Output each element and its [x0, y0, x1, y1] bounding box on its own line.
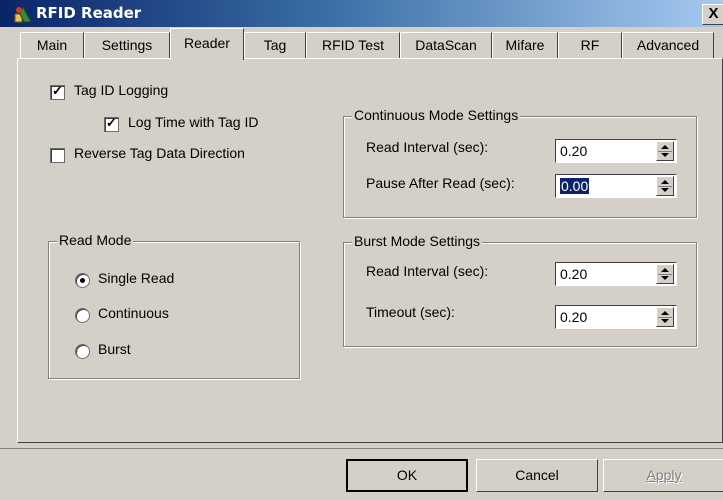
- tab-datascan[interactable]: DataScan: [400, 32, 492, 58]
- spin-arrows[interactable]: [656, 141, 674, 161]
- spin-up-icon[interactable]: [661, 311, 669, 315]
- rfid-reader-dialog: RFID Reader X Main Settings Reader Tag R…: [0, 0, 723, 500]
- burst-interval-value[interactable]: 0.20: [560, 266, 587, 282]
- continuous-radio[interactable]: [75, 308, 90, 323]
- tab-mifare[interactable]: Mifare: [492, 32, 558, 58]
- tab-main[interactable]: Main: [20, 32, 84, 58]
- timeout-spinner[interactable]: 0.20: [555, 305, 677, 329]
- spin-up-icon[interactable]: [661, 145, 669, 149]
- spin-down-icon[interactable]: [661, 153, 669, 157]
- burst-radio[interactable]: [75, 344, 90, 359]
- burst-interval-label: Read Interval (sec):: [366, 263, 489, 279]
- pause-after-read-spinner[interactable]: 0.00: [555, 174, 677, 198]
- burst-label: Burst: [98, 341, 131, 357]
- tab-rfid-test[interactable]: RFID Test: [306, 32, 400, 58]
- tab-reader[interactable]: Reader: [170, 28, 244, 60]
- tag-id-logging-label: Tag ID Logging: [74, 82, 169, 98]
- reverse-direction-checkbox[interactable]: [50, 148, 65, 163]
- continuous-interval-spinner[interactable]: 0.20: [555, 139, 677, 163]
- spin-arrows[interactable]: [656, 264, 674, 284]
- close-button[interactable]: X: [702, 4, 723, 25]
- timeout-value[interactable]: 0.20: [560, 309, 587, 325]
- apply-button[interactable]: Apply: [603, 459, 723, 492]
- tab-tag[interactable]: Tag: [244, 32, 306, 58]
- footer-divider: [0, 448, 723, 449]
- spin-down-icon[interactable]: [661, 188, 669, 192]
- single-read-radio[interactable]: [75, 273, 90, 288]
- spin-arrows[interactable]: [656, 307, 674, 327]
- apply-label: Apply: [646, 467, 682, 483]
- spin-up-icon[interactable]: [661, 180, 669, 184]
- spin-up-icon[interactable]: [661, 268, 669, 272]
- single-read-label: Single Read: [98, 270, 175, 286]
- rfid-app-icon: [14, 5, 32, 23]
- spin-down-icon[interactable]: [661, 276, 669, 280]
- ok-button[interactable]: OK: [346, 459, 468, 492]
- tab-settings[interactable]: Settings: [84, 32, 170, 58]
- spin-down-icon[interactable]: [661, 319, 669, 323]
- burst-settings-title: Burst Mode Settings: [352, 233, 483, 249]
- timeout-label: Timeout (sec):: [366, 304, 455, 320]
- spin-arrows[interactable]: [656, 176, 674, 196]
- burst-interval-spinner[interactable]: 0.20: [555, 262, 677, 286]
- window-title: RFID Reader: [36, 4, 142, 22]
- tab-advanced[interactable]: Advanced: [622, 32, 714, 58]
- log-time-label: Log Time with Tag ID: [128, 114, 259, 130]
- continuous-interval-value[interactable]: 0.20: [560, 143, 587, 159]
- check-icon: ✓: [106, 115, 117, 130]
- cancel-button[interactable]: Cancel: [476, 459, 598, 492]
- radio-selected-dot: [80, 278, 85, 283]
- tag-id-logging-checkbox[interactable]: ✓: [50, 83, 65, 100]
- continuous-settings-group: Continuous Mode Settings Read Interval (…: [343, 107, 697, 218]
- continuous-settings-title: Continuous Mode Settings: [352, 107, 521, 123]
- read-mode-group: Read Mode Single Read Continuous Burst: [48, 232, 300, 379]
- continuous-interval-label: Read Interval (sec):: [366, 139, 489, 155]
- log-time-checkbox[interactable]: ✓: [104, 115, 119, 132]
- title-bar[interactable]: RFID Reader X: [0, 0, 723, 27]
- check-icon: ✓: [52, 83, 63, 98]
- reverse-direction-label: Reverse Tag Data Direction: [74, 145, 245, 161]
- read-mode-title: Read Mode: [57, 232, 134, 248]
- continuous-label: Continuous: [98, 305, 169, 321]
- tab-rf[interactable]: RF: [558, 32, 622, 58]
- burst-settings-group: Burst Mode Settings Read Interval (sec):…: [343, 233, 697, 347]
- reader-tab-panel: ✓ Tag ID Logging ✓ Log Time with Tag ID …: [17, 58, 723, 443]
- pause-after-read-value[interactable]: 0.00: [560, 178, 590, 194]
- pause-after-read-label: Pause After Read (sec):: [366, 175, 515, 191]
